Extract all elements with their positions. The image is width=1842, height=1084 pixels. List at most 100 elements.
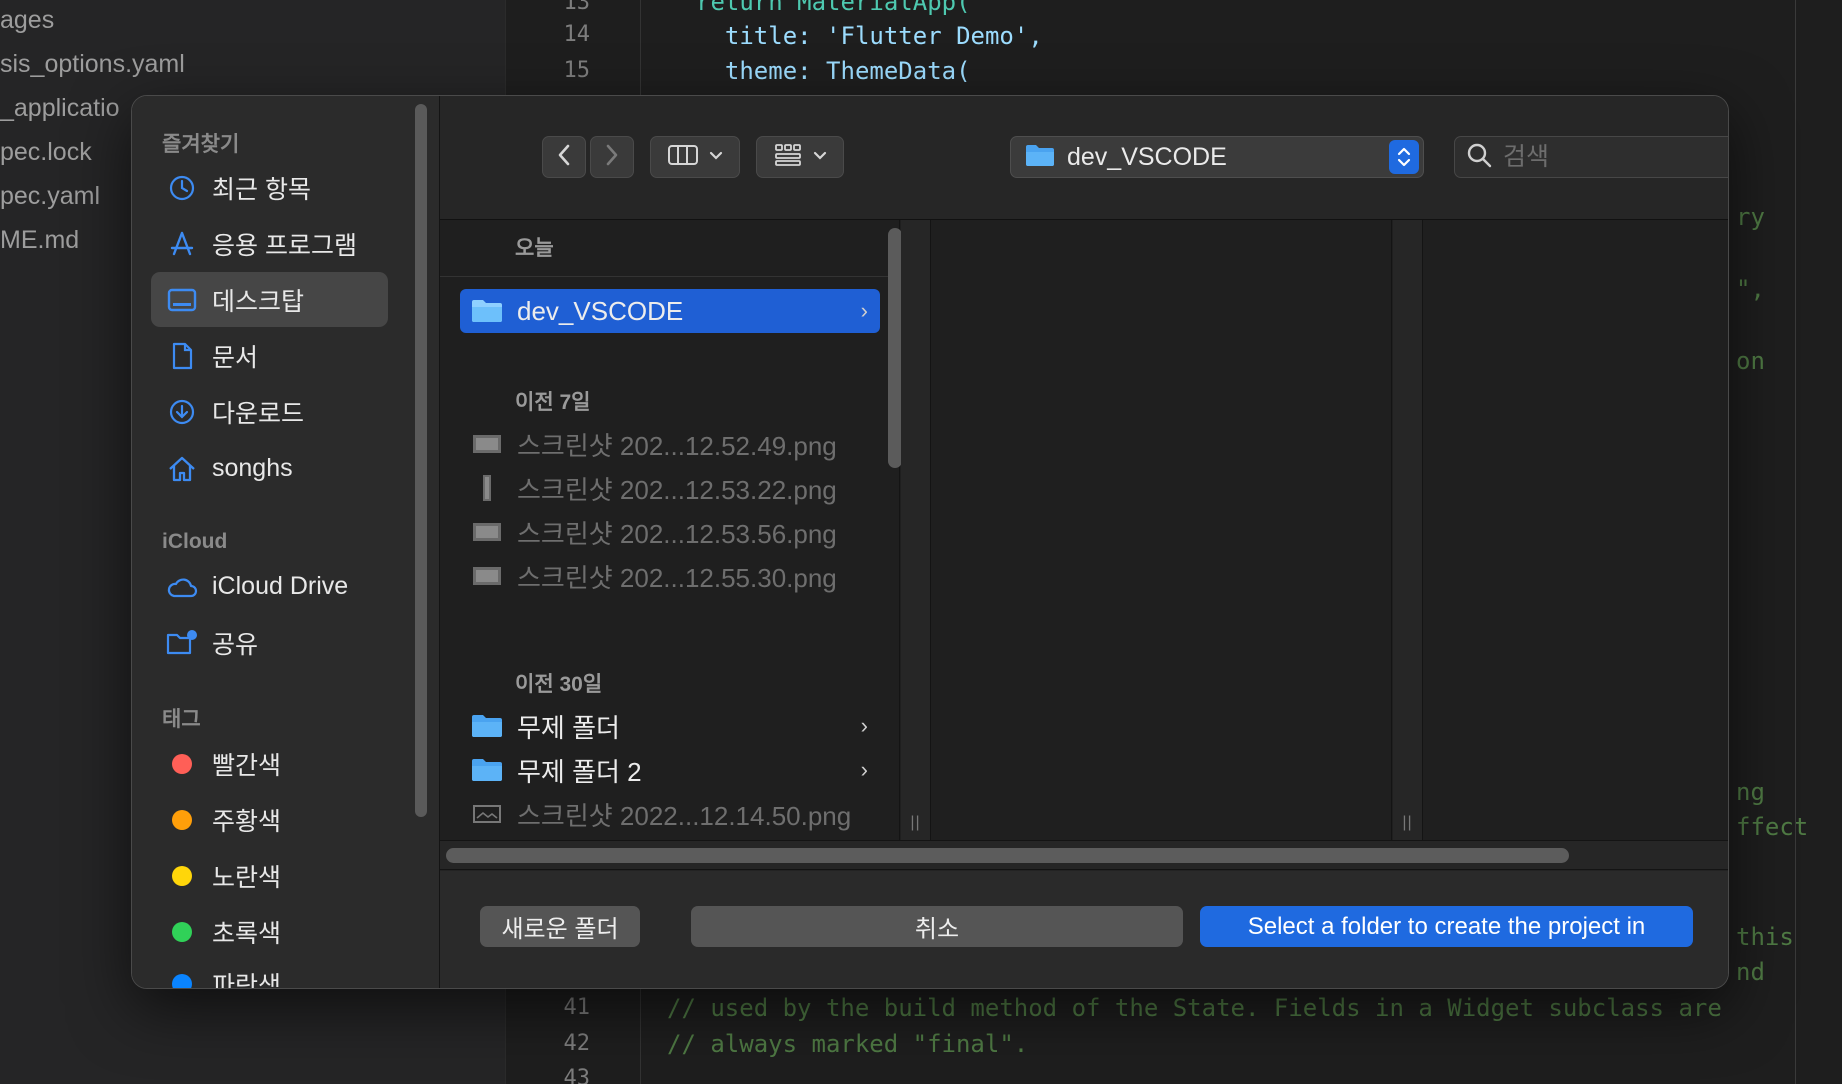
group-button[interactable] [756, 136, 844, 178]
chevron-right-icon: › [860, 298, 868, 323]
sidebar-tag-green[interactable]: 초록색 [151, 904, 388, 959]
sidebar-tag-red[interactable]: 빨간색 [151, 736, 388, 791]
chevron-right-icon: › [860, 713, 868, 738]
list-item-label: dev_VSCODE [517, 295, 684, 326]
image-file-icon [470, 800, 504, 828]
desktop-icon [164, 282, 200, 318]
list-item-dev-vscode[interactable]: dev_VSCODE › [460, 289, 880, 333]
home-icon [164, 451, 200, 487]
path-popup-button[interactable]: dev_VSCODE [1010, 136, 1424, 178]
background-file: pec.yaml [0, 182, 101, 210]
horizontal-scrollbar[interactable] [440, 840, 1728, 870]
new-folder-button[interactable]: 새로운 폴더 [480, 906, 640, 947]
favorites-heading: 즐겨찾기 [162, 133, 240, 156]
cloud-icon [164, 569, 200, 605]
background-file: ME.md [0, 226, 80, 254]
line-number: 14 [563, 22, 591, 47]
search-field[interactable] [1454, 136, 1728, 178]
chevron-down-icon [709, 148, 723, 166]
sidebar-item-desktop[interactable]: 데스크탑 [151, 272, 388, 327]
list-item-screenshot[interactable]: 스크린샷 202...12.52.49.png [460, 422, 880, 466]
sidebar-tag-blue[interactable]: 파란색 [151, 956, 388, 988]
sidebar-item-label: 응용 프로그램 [212, 231, 357, 260]
sidebar-item-label: 다운로드 [212, 399, 305, 428]
sidebar-item-home[interactable]: songhs [151, 441, 388, 496]
sidebar-item-label: 노란색 [212, 863, 282, 892]
sidebar-tag-orange[interactable]: 주황색 [151, 792, 388, 847]
column-resize-handle[interactable]: || [1393, 220, 1423, 840]
sidebar-scrollbar[interactable] [415, 104, 427, 817]
columns-view-icon [667, 143, 699, 172]
chevron-down-icon [813, 148, 827, 166]
code-fragment: ffect [1736, 813, 1809, 841]
list-item-label: 스크린샷 202...12.55.30.png [517, 562, 837, 593]
column-scrollbar[interactable] [888, 228, 902, 468]
grid-group-icon [773, 142, 803, 173]
folder-icon [470, 756, 504, 784]
column-handle-glyph: || [910, 814, 921, 831]
cancel-button[interactable]: 취소 [691, 906, 1183, 947]
sidebar-item-label: 초록색 [212, 919, 282, 948]
document-icon [164, 338, 200, 374]
sidebar-item-downloads[interactable]: 다운로드 [151, 384, 388, 439]
tag-color-dot [172, 809, 192, 830]
dialog-sidebar: 즐겨찾기 최근 항목 응용 프로그램 데스크탑 문서 다운로드 songhs i… [132, 96, 440, 988]
horizontal-scrollbar-thumb[interactable] [446, 848, 1569, 863]
forward-button[interactable] [590, 136, 634, 178]
code-line: theme: ThemeData( [696, 57, 971, 85]
list-item-folder[interactable]: 무제 폴더 2 › [460, 748, 880, 792]
sidebar-item-shared[interactable]: 공유 [151, 615, 388, 670]
sidebar-item-recents[interactable]: 최근 항목 [151, 160, 388, 215]
code-fragment: on [1736, 347, 1765, 375]
line-number: 43 [563, 1066, 591, 1084]
sidebar-item-label: 문서 [212, 343, 259, 372]
list-item-label: 스크린샷 202...12.53.22.png [517, 474, 837, 505]
sidebar-item-label: songhs [212, 454, 293, 482]
list-item-label: 스크린샷 2022...12.14.50.png [517, 800, 852, 831]
background-file: sis_options.yaml [0, 50, 185, 78]
list-item-screenshot[interactable]: 스크린샷 202...12.53.56.png [460, 510, 880, 554]
list-item-screenshot[interactable]: 스크린샷 2022...12.14.50.png [460, 792, 880, 836]
list-item-screenshot[interactable]: 스크린샷 202...12.53.22.png [460, 466, 880, 510]
sidebar-item-label: 데스크탑 [212, 287, 305, 316]
sidebar-item-applications[interactable]: 응용 프로그램 [151, 216, 388, 271]
column-resize-handle[interactable]: || [901, 220, 931, 840]
chevron-right-icon: › [860, 757, 868, 782]
line-number: 13 [563, 0, 591, 15]
section-heading-previous-30-days: 이전 30일 [515, 673, 603, 696]
image-file-icon [470, 474, 504, 502]
tag-color-dot [172, 921, 192, 942]
search-icon [1465, 141, 1493, 174]
code-fragment: this [1736, 923, 1794, 951]
sidebar-item-icloud-drive[interactable]: iCloud Drive [151, 559, 388, 614]
sidebar-item-label: 최근 항목 [212, 175, 311, 204]
folder-icon [470, 297, 504, 325]
sidebar-item-label: iCloud Drive [212, 572, 349, 600]
list-item-screenshot[interactable]: 스크린샷 202...12.55.30.png [460, 554, 880, 598]
back-button[interactable] [542, 136, 586, 178]
clock-icon [164, 170, 200, 206]
tag-color-dot [172, 753, 192, 774]
code-line: // used by the build method of the State… [667, 994, 1722, 1022]
sidebar-item-documents[interactable]: 문서 [151, 328, 388, 383]
sidebar-item-label: 빨간색 [212, 751, 282, 780]
dialog-footer: 새로운 폴더 취소 Select a folder to create the … [440, 871, 1728, 988]
sidebar-tag-yellow[interactable]: 노란색 [151, 848, 388, 903]
code-fragment: ng [1736, 778, 1765, 806]
tag-color-dot [172, 865, 192, 886]
list-item-folder[interactable]: 무제 폴더 › [460, 704, 880, 748]
background-file: pec.lock [0, 138, 92, 166]
search-input[interactable] [1503, 142, 1728, 172]
up-down-stepper-icon [1389, 140, 1419, 174]
code-line: title: 'Flutter Demo', [696, 22, 1043, 50]
code-line: // always marked "final". [667, 1030, 1029, 1058]
chevron-right-icon [604, 143, 620, 172]
background-file: ages [0, 6, 55, 34]
sidebar-item-label: 주황색 [212, 807, 282, 836]
view-mode-button[interactable] [650, 136, 740, 178]
line-number: 41 [563, 995, 591, 1020]
folder-icon [470, 712, 504, 740]
section-heading-today: 오늘 [515, 237, 554, 260]
select-folder-button[interactable]: Select a folder to create the project in [1200, 906, 1693, 947]
browser-column-1: 오늘 dev_VSCODE › 이전 7일 스크린샷 202...12.52.4… [440, 220, 902, 840]
